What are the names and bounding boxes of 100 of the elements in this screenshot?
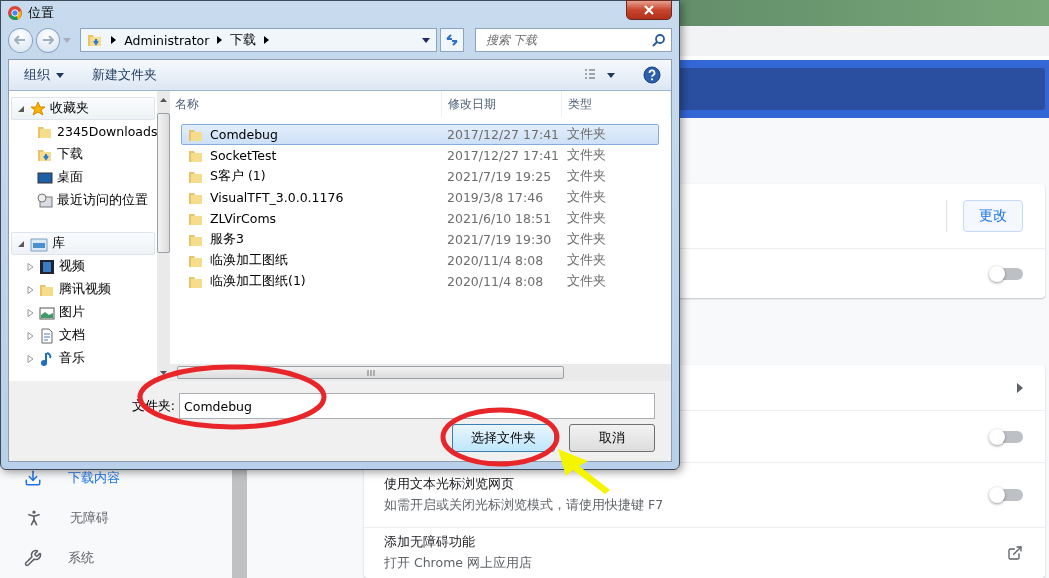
nav-group[interactable]: 库 <box>11 232 156 255</box>
change-button[interactable]: 更改 <box>963 200 1023 232</box>
nav-item[interactable]: 音乐 <box>9 347 158 370</box>
column-header[interactable]: 名称 <box>169 91 442 117</box>
collapsed-triangle-icon[interactable] <box>26 354 34 363</box>
refresh-button[interactable] <box>440 28 464 52</box>
file-row[interactable]: 临涣加工图纸 2020/11/4 8:08 文件夹 <box>181 250 659 271</box>
star-icon <box>30 100 46 117</box>
file-name: 服务3 <box>182 231 441 248</box>
nav-group[interactable]: 收藏夹 <box>11 97 156 120</box>
file-type: 文件夹 <box>566 210 607 227</box>
file-type: 文件夹 <box>566 252 607 269</box>
modified-date: 2021/7/19 19:25 <box>446 169 553 184</box>
window-title: 位置 <box>28 4 55 22</box>
organize-menu[interactable]: 组织 <box>24 66 64 84</box>
scroll-up-icon[interactable] <box>160 97 168 102</box>
nav-item[interactable]: 最近访问的位置 <box>9 189 158 212</box>
document-icon <box>39 327 55 344</box>
breadcrumb-arrow-icon[interactable] <box>111 36 117 44</box>
forward-button[interactable] <box>35 27 61 53</box>
nav-item[interactable]: 下载 <box>9 143 158 166</box>
file-type: 文件夹 <box>566 273 607 290</box>
close-icon <box>644 5 654 15</box>
toggle-switch[interactable] <box>989 265 1023 282</box>
collapsed-triangle-icon[interactable] <box>26 308 34 317</box>
scroll-down-icon[interactable] <box>160 370 168 375</box>
breadcrumb-arrow-icon[interactable] <box>217 36 223 44</box>
file-row[interactable]: S客户 (1) 2021/7/19 19:25 文件夹 <box>181 166 659 187</box>
expanded-triangle-icon[interactable] <box>17 239 25 248</box>
search-input[interactable]: 搜索 下载 <box>483 32 652 48</box>
column-header[interactable]: 修改日期 <box>442 91 562 117</box>
nav-item[interactable]: 视频 <box>9 255 158 278</box>
cancel-button[interactable]: 取消 <box>569 424 655 452</box>
sidebar-item[interactable]: 系统 <box>0 538 232 578</box>
nav-item[interactable]: 桌面 <box>9 166 158 189</box>
search-field[interactable]: 搜索 下载 <box>474 28 672 52</box>
file-row[interactable]: Comdebug 2017/12/27 17:41 文件夹 <box>181 124 659 145</box>
setting-description: 打开 Chrome 网上应用店 <box>384 555 533 572</box>
toggle-switch[interactable] <box>989 428 1023 445</box>
back-arrow-icon <box>14 35 27 45</box>
folder-name-field[interactable]: Comdebug <box>179 393 655 419</box>
file-name: 临涣加工图纸 <box>182 252 441 269</box>
nav-item[interactable]: 文档 <box>9 324 158 347</box>
file-row[interactable]: 临涣加工图纸(1) 2020/11/4 8:08 文件夹 <box>181 271 659 292</box>
sidebar-item[interactable]: 无障碍 <box>0 498 232 538</box>
recent-places-icon <box>37 192 53 209</box>
address-bar[interactable]: Administrator 下载 <box>80 28 438 52</box>
library-icon <box>30 235 48 252</box>
caret-right-icon[interactable] <box>1017 382 1023 393</box>
caret-down-icon <box>607 72 615 78</box>
breadcrumb-segment[interactable]: Administrator <box>124 32 210 48</box>
modified-date: 2017/12/27 17:41 <box>446 127 561 142</box>
file-row[interactable]: 服务3 2021/7/19 19:30 文件夹 <box>181 229 659 250</box>
forward-arrow-icon <box>42 35 54 45</box>
wrench-icon <box>24 549 42 567</box>
file-row[interactable]: VisualTFT_3.0.0.1176 2019/3/8 17:46 文件夹 <box>181 187 659 208</box>
file-type: 文件夹 <box>566 189 607 206</box>
file-name: SocketTest <box>182 147 441 164</box>
modified-date: 2021/6/10 18:51 <box>446 211 553 226</box>
setting-title: 添加无障碍功能 <box>384 534 476 551</box>
browser-logo-icon <box>8 6 22 20</box>
file-name: VisualTFT_3.0.0.1176 <box>182 189 441 206</box>
vertical-scrollbar[interactable] <box>157 91 171 381</box>
collapsed-triangle-icon[interactable] <box>26 285 34 294</box>
desktop-icon <box>37 169 53 186</box>
help-icon[interactable] <box>643 66 661 84</box>
modified-date: 2019/3/8 17:46 <box>446 190 545 205</box>
nav-item[interactable]: 2345Downloads <box>9 120 158 143</box>
address-dropdown-icon[interactable] <box>422 37 431 43</box>
nav-item[interactable]: 图片 <box>9 301 158 324</box>
file-name: Comdebug <box>182 126 441 143</box>
close-button[interactable] <box>626 0 672 20</box>
toggle-switch[interactable] <box>989 487 1023 503</box>
download-icon <box>24 469 42 487</box>
select-folder-button[interactable]: 选择文件夹 <box>452 424 555 452</box>
setting-title: 使用文本光标浏览网页 <box>384 476 515 493</box>
sidebar-item[interactable]: 下载内容 <box>0 458 232 498</box>
breadcrumb-arrow-icon[interactable] <box>264 36 270 44</box>
breadcrumb-segment[interactable]: 下载 <box>230 31 257 49</box>
pointer-arrow <box>558 449 610 494</box>
nav-item[interactable]: 腾讯视频 <box>9 278 158 301</box>
view-options-button[interactable] <box>585 69 615 81</box>
file-type: 文件夹 <box>566 231 607 248</box>
back-button[interactable] <box>8 27 33 53</box>
column-header[interactable]: 类型 <box>562 91 671 117</box>
collapsed-triangle-icon[interactable] <box>26 331 34 340</box>
file-row[interactable]: SocketTest 2017/12/27 17:41 文件夹 <box>181 145 659 166</box>
file-name: S客户 (1) <box>182 168 441 185</box>
expanded-triangle-icon[interactable] <box>17 104 25 113</box>
file-row[interactable]: ZLVirComs 2021/6/10 18:51 文件夹 <box>181 208 659 229</box>
collapsed-triangle-icon[interactable] <box>26 262 34 271</box>
new-folder-button[interactable]: 新建文件夹 <box>92 66 157 84</box>
modified-date: 2020/11/4 8:08 <box>446 274 545 289</box>
grip-icon <box>366 369 375 376</box>
picture-file-icon <box>39 304 55 321</box>
file-name: 临涣加工图纸(1) <box>182 273 441 290</box>
file-type: 文件夹 <box>566 126 607 143</box>
external-link-icon[interactable] <box>1007 545 1023 561</box>
film-icon <box>39 258 55 275</box>
modified-date: 2017/12/27 17:41 <box>446 148 561 163</box>
